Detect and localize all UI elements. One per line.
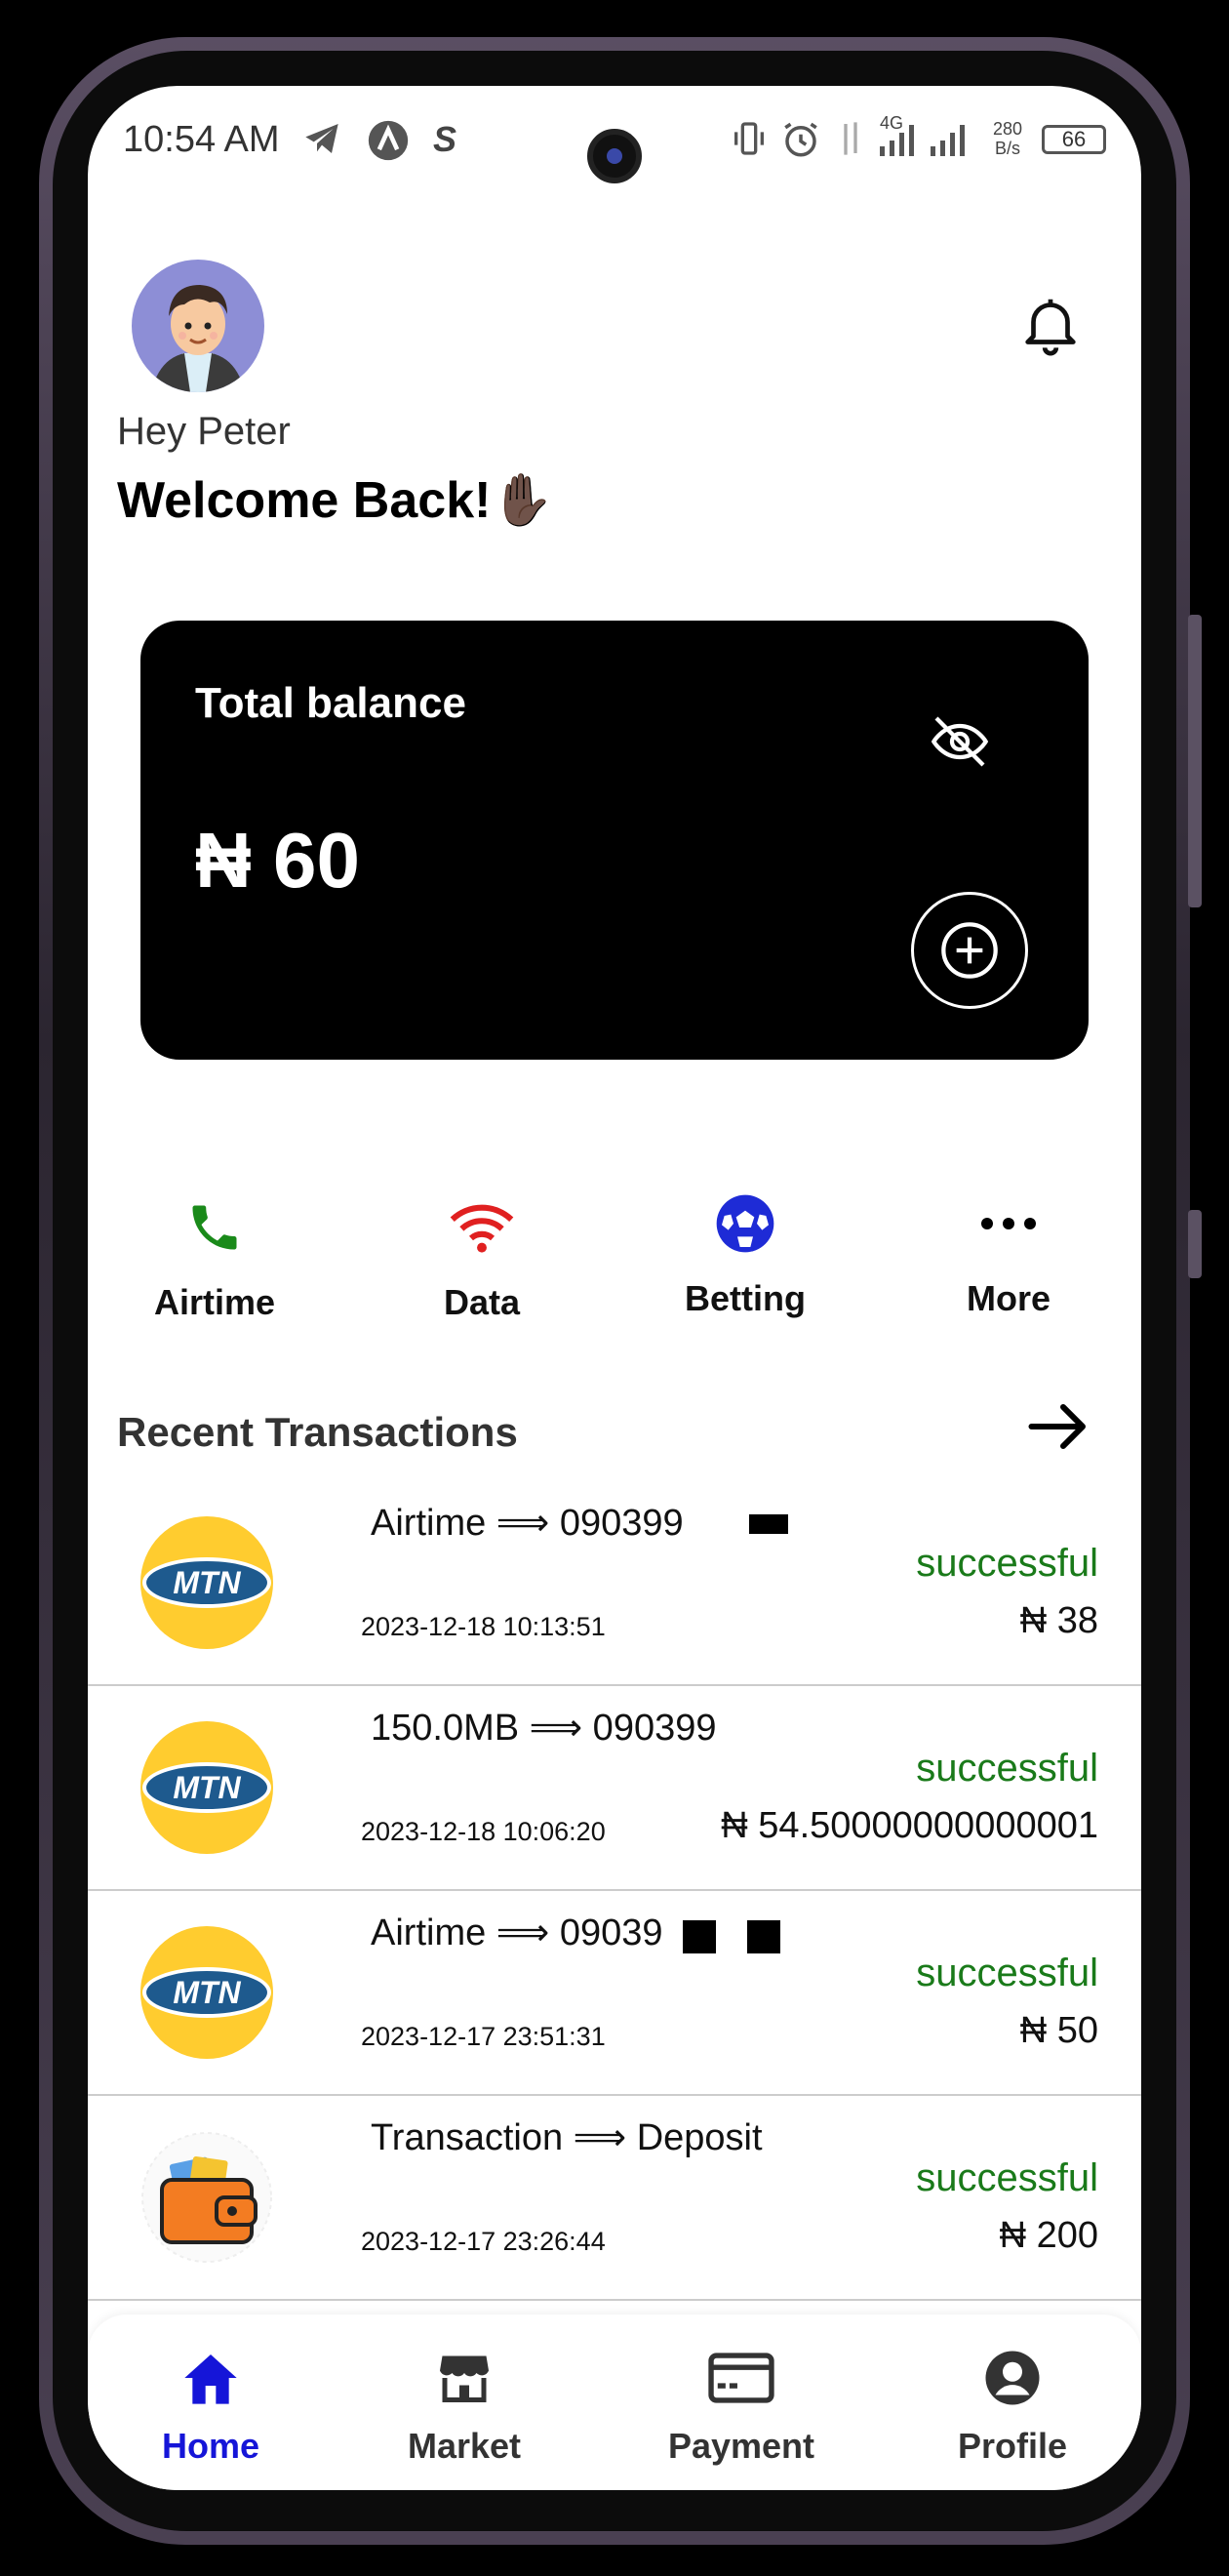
mtn-logo: MTN [140,1516,273,1649]
battery-indicator: 66 [1042,125,1106,154]
quick-action-betting[interactable]: Betting [648,1185,843,1319]
speed-unit: B/s [995,139,1021,158]
transaction-date: 2023-12-18 10:06:20 [361,1817,606,1846]
bottom-navigation: Home Market Payment Profile [88,2314,1141,2490]
store-icon [367,2344,562,2412]
quick-action-label: Data [443,1282,521,1322]
status-bar: 10:54 AM S 4G 280 B/s 66 [88,86,1141,203]
notification-bell-icon[interactable] [1016,291,1085,359]
nav-label: Profile [957,2426,1068,2466]
signal-icon [876,119,983,167]
nav-home[interactable]: Home [113,2344,308,2467]
nav-label: Home [161,2426,260,2466]
nav-label: Market [407,2426,522,2466]
more-dots-icon [911,1185,1106,1263]
network-speed: 280 B/s [993,119,1022,158]
greeting-text: Hey Peter [117,410,291,453]
speed-value: 280 [993,119,1023,139]
transaction-status: successful [916,1747,1098,1790]
redaction [683,1920,716,1953]
transaction-description: 150.0MB ⟹ 090399 [371,1708,717,1749]
nav-market[interactable]: Market [367,2344,562,2467]
balance-title: Total balance [195,679,466,727]
nav-profile[interactable]: Profile [915,2344,1110,2467]
transaction-description: Airtime ⟹ 09039 [371,1912,663,1953]
wallet-logo [140,2131,273,2264]
transaction-status: successful [916,1542,1098,1585]
transaction-date: 2023-12-18 10:13:51 [361,1612,606,1641]
transaction-row[interactable]: MTN Airtime ⟹ 090399 2023-12-18 10:13:51… [88,1481,1141,1686]
quick-action-label: Betting [685,1278,806,1318]
mtn-logo: MTN [140,1721,273,1854]
app-screen: 10:54 AM S 4G 280 B/s 66 Hey Peter Welco… [88,86,1141,2490]
transaction-status: successful [916,1952,1098,1994]
card-icon [644,2344,839,2412]
alarm-icon [780,119,821,169]
profile-icon [915,2344,1110,2412]
app-s-icon: S [433,119,457,159]
quick-action-label: More [966,1278,1051,1318]
add-funds-button[interactable] [911,892,1028,1009]
phone-icon [117,1188,312,1267]
soccer-ball-icon [648,1185,843,1263]
transaction-amount: ₦ 50 [1019,2010,1098,2051]
telegram-icon [300,119,343,167]
nav-label: Payment [667,2426,815,2466]
redaction [749,1514,788,1534]
redaction [747,1920,780,1953]
nav-payment[interactable]: Payment [644,2344,839,2467]
transaction-description: Airtime ⟹ 090399 [371,1503,684,1544]
app-a-icon [367,119,410,171]
transaction-status: successful [916,2156,1098,2199]
data-arrows-icon [837,119,864,167]
avatar[interactable] [132,260,264,392]
quick-action-label: Airtime [153,1282,276,1322]
power-button [1188,1210,1202,1278]
quick-action-more[interactable]: More [911,1185,1106,1319]
transaction-row[interactable]: MTN Airtime ⟹ 09039 2023-12-17 23:51:31 … [88,1891,1141,2096]
front-camera [587,129,642,183]
plus-circle-icon [941,922,998,979]
status-time: 10:54 AM [123,119,280,160]
transaction-amount: ₦ 54.50000000000001 [721,1805,1098,1846]
home-icon [113,2344,308,2412]
balance-card: Total balance ₦ 60 [140,621,1089,1060]
balance-amount: ₦ 60 [195,817,360,904]
transaction-row[interactable]: MTN 150.0MB ⟹ 090399 2023-12-18 10:06:20… [88,1686,1141,1891]
recent-transactions-title: Recent Transactions [117,1409,518,1455]
mtn-logo: MTN [140,1926,273,2059]
welcome-text: Welcome Back!✋🏿 [117,472,555,529]
wifi-icon [384,1188,579,1267]
transaction-row[interactable]: Transaction ⟹ Deposit 2023-12-17 23:26:4… [88,2096,1141,2301]
hide-balance-icon[interactable] [929,710,991,773]
transaction-date: 2023-12-17 23:26:44 [361,2227,606,2256]
transaction-description: Transaction ⟹ Deposit [371,2117,763,2158]
volume-button [1188,615,1202,907]
arrow-right-icon[interactable] [1024,1397,1092,1456]
transaction-list: MTN Airtime ⟹ 090399 2023-12-18 10:13:51… [88,1481,1141,2301]
quick-action-data[interactable]: Data [384,1188,579,1323]
quick-action-airtime[interactable]: Airtime [117,1188,312,1323]
vibrate-icon [730,119,769,167]
transaction-amount: ₦ 200 [999,2215,1098,2256]
transaction-date: 2023-12-17 23:51:31 [361,2022,606,2051]
transaction-amount: ₦ 38 [1019,1600,1098,1641]
